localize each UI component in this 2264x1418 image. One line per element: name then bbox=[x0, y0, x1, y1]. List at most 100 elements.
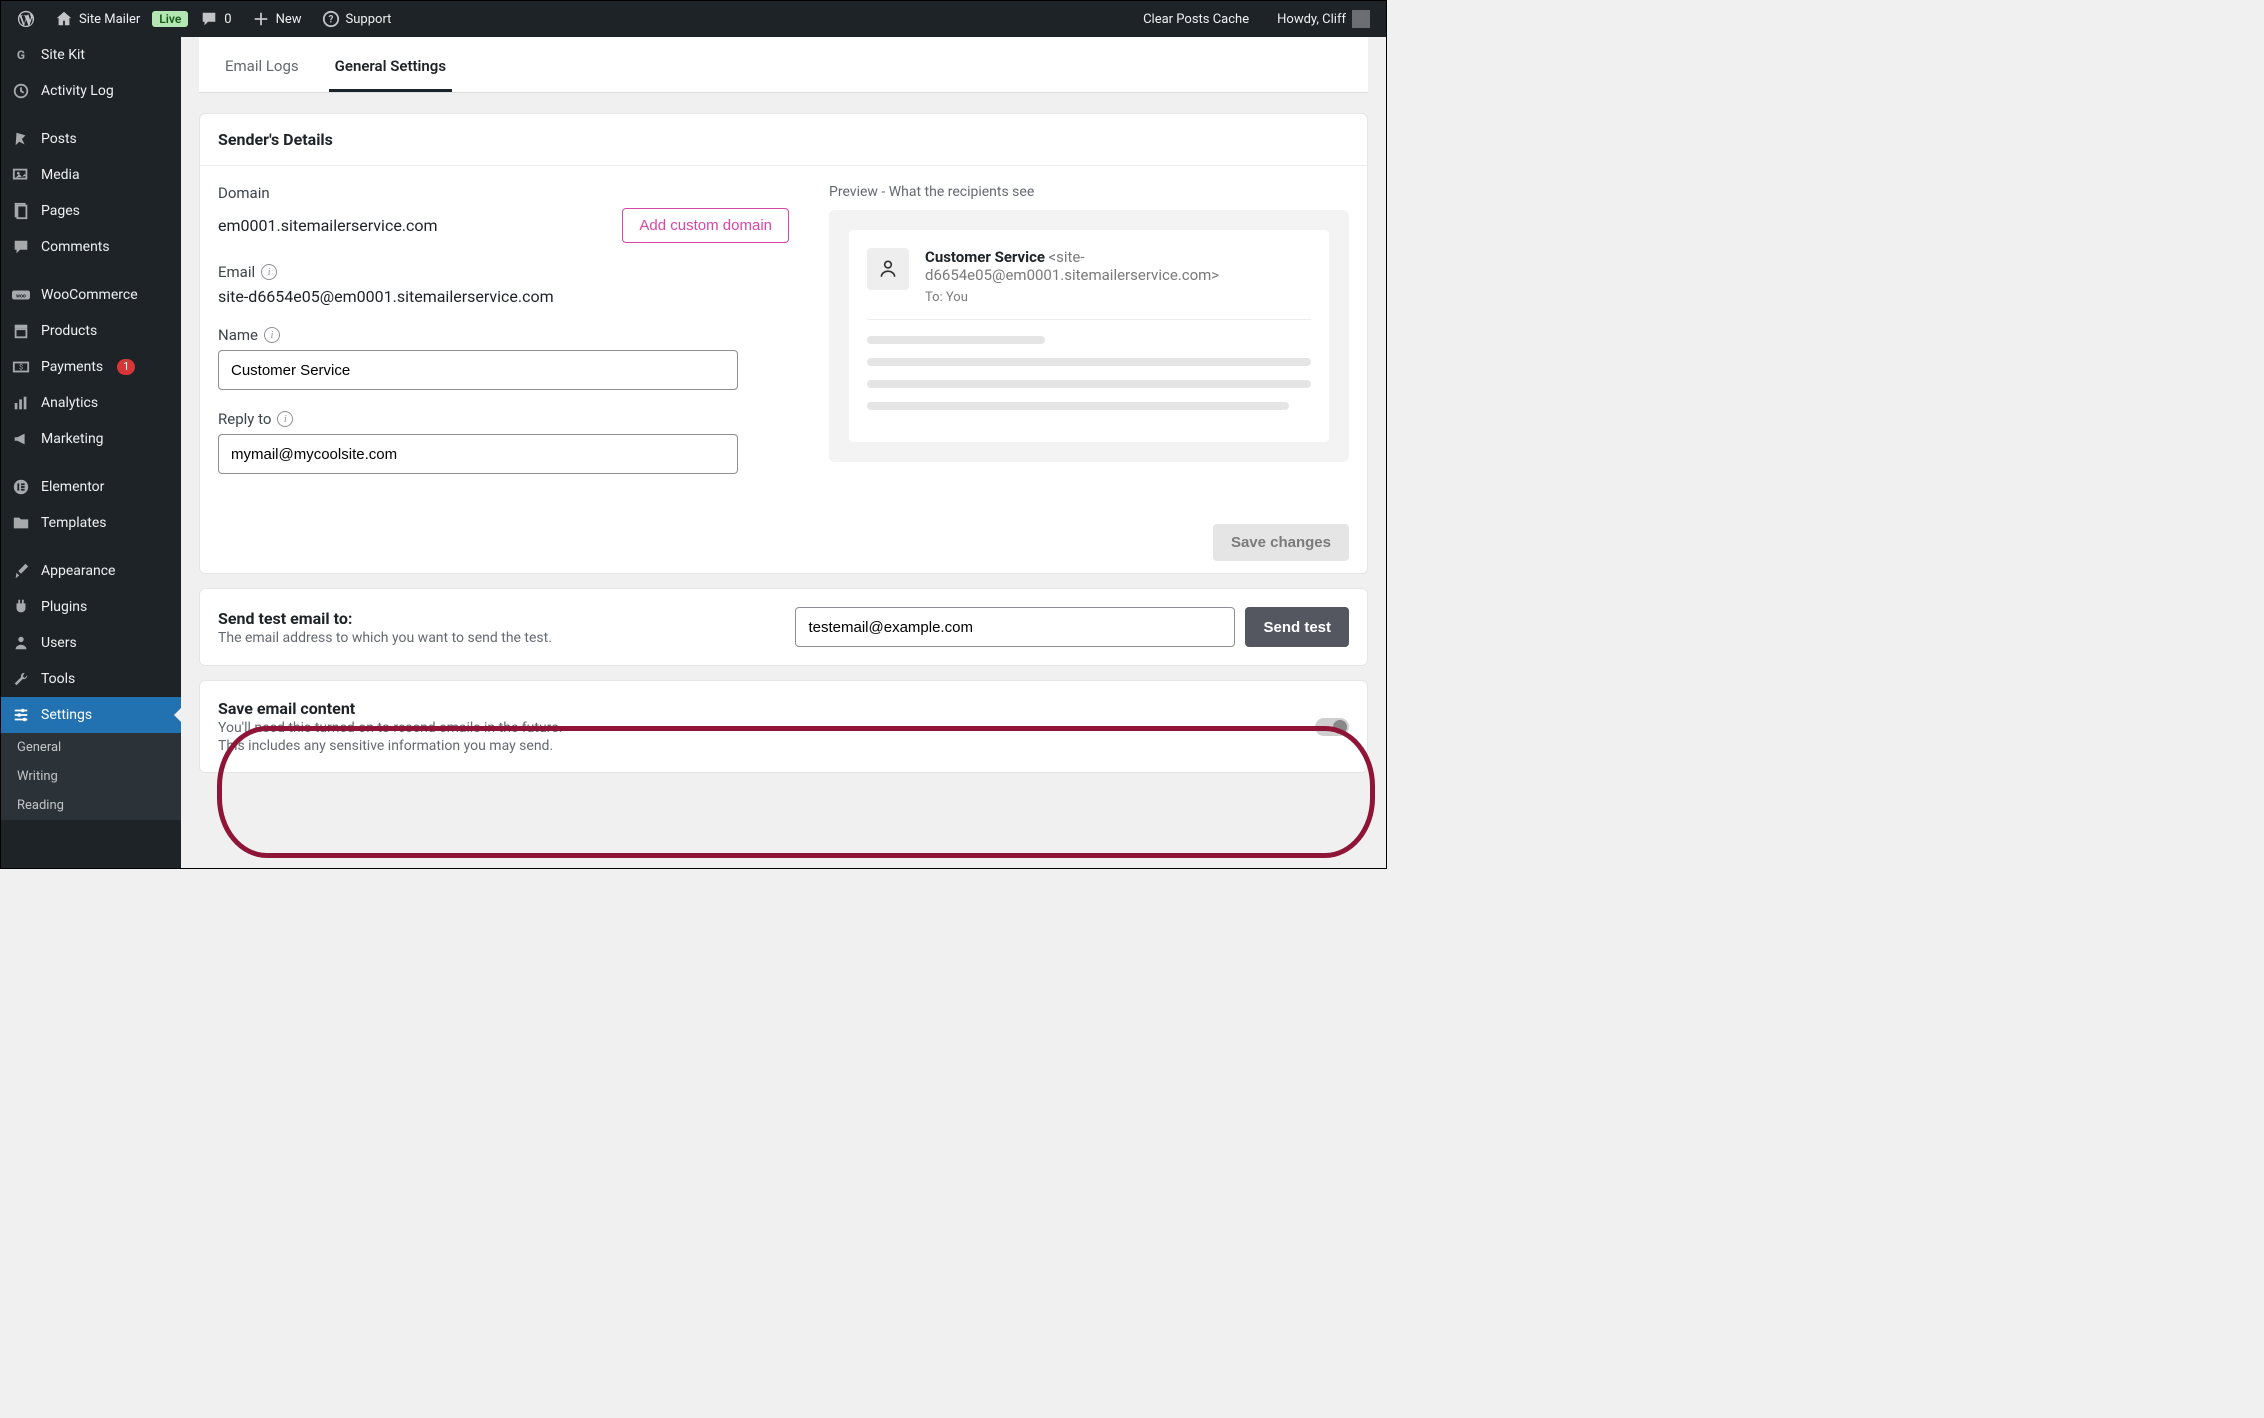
sidebar-item-users[interactable]: Users bbox=[1, 625, 181, 661]
pin-icon bbox=[11, 129, 31, 149]
comments-link[interactable]: 0 bbox=[192, 10, 239, 28]
name-label: Name bbox=[218, 326, 258, 344]
sidebar-item-pages[interactable]: Pages bbox=[1, 193, 181, 229]
folder-icon bbox=[11, 513, 31, 533]
admin-sidebar: GSite Kit Activity Log Posts Media Pages… bbox=[1, 37, 181, 868]
sidebar-item-label: Settings bbox=[41, 707, 92, 723]
sidebar-item-posts[interactable]: Posts bbox=[1, 121, 181, 157]
sidebar-item-elementor[interactable]: Elementor bbox=[1, 469, 181, 505]
sidebar-item-products[interactable]: Products bbox=[1, 313, 181, 349]
info-icon[interactable]: i bbox=[264, 327, 280, 343]
sidebar-item-activitylog[interactable]: Activity Log bbox=[1, 73, 181, 109]
test-email-input[interactable] bbox=[795, 607, 1235, 647]
test-title: Send test email to: bbox=[218, 609, 777, 628]
svg-text:$: $ bbox=[19, 363, 23, 372]
sidebar-item-label: Posts bbox=[41, 131, 77, 147]
tab-general-settings[interactable]: General Settings bbox=[329, 47, 452, 92]
support-link[interactable]: ? Support bbox=[314, 10, 400, 28]
greeting-label: Howdy, Cliff bbox=[1277, 12, 1346, 27]
preview-from-name: Customer Service bbox=[925, 248, 1045, 266]
send-test-card: Send test email to: The email address to… bbox=[199, 588, 1368, 666]
sidebar-item-comments[interactable]: Comments bbox=[1, 229, 181, 265]
sidebar-item-payments[interactable]: $Payments1 bbox=[1, 349, 181, 385]
preview-label: Preview - What the recipients see bbox=[829, 184, 1349, 200]
skeleton-line bbox=[867, 402, 1289, 410]
name-input[interactable] bbox=[218, 350, 738, 390]
woo-icon: woo bbox=[11, 285, 31, 305]
settings-submenu: General Writing Reading bbox=[1, 733, 181, 820]
sidebar-item-label: Marketing bbox=[41, 431, 104, 447]
sidebar-item-sitekit[interactable]: GSite Kit bbox=[1, 37, 181, 73]
sidebar-item-label: Elementor bbox=[41, 479, 104, 495]
sidebar-item-marketing[interactable]: Marketing bbox=[1, 421, 181, 457]
domain-label: Domain bbox=[218, 184, 789, 202]
sidebar-item-settings[interactable]: Settings bbox=[1, 697, 181, 733]
reply-label: Reply to bbox=[218, 410, 271, 428]
sidebar-item-label: Templates bbox=[41, 515, 107, 531]
wrench-icon bbox=[11, 669, 31, 689]
save-changes-button[interactable]: Save changes bbox=[1213, 524, 1349, 561]
sidebar-item-appearance[interactable]: Appearance bbox=[1, 553, 181, 589]
archive-icon bbox=[11, 321, 31, 341]
domain-value: em0001.sitemailerservice.com bbox=[218, 216, 438, 235]
send-test-button[interactable]: Send test bbox=[1245, 607, 1349, 647]
clear-cache-label: Clear Posts Cache bbox=[1143, 12, 1249, 27]
home-icon bbox=[55, 10, 73, 28]
skeleton-line bbox=[867, 380, 1311, 388]
media-icon bbox=[11, 165, 31, 185]
clear-cache-link[interactable]: Clear Posts Cache bbox=[1135, 12, 1257, 27]
preview-box: Customer Service <site-d6654e05@em0001.s… bbox=[829, 210, 1349, 462]
support-label: Support bbox=[346, 12, 392, 27]
save-content-title: Save email content bbox=[218, 699, 1297, 718]
card-header: Sender's Details bbox=[200, 114, 1367, 166]
sidebar-item-woocommerce[interactable]: woo WooCommerce bbox=[1, 277, 181, 313]
sidebar-item-label: Activity Log bbox=[41, 83, 114, 99]
save-content-line1: You'll need this turned on to resend ema… bbox=[218, 720, 1297, 736]
comment-icon bbox=[200, 10, 218, 28]
sidebar-item-plugins[interactable]: Plugins bbox=[1, 589, 181, 625]
sidebar-item-label: Pages bbox=[41, 203, 80, 219]
add-custom-domain-button[interactable]: Add custom domain bbox=[622, 208, 789, 243]
sidebar-item-templates[interactable]: Templates bbox=[1, 505, 181, 541]
info-icon[interactable]: i bbox=[277, 411, 293, 427]
tab-email-logs[interactable]: Email Logs bbox=[219, 47, 305, 92]
sliders-icon bbox=[11, 705, 31, 725]
profile-link[interactable]: Howdy, Cliff bbox=[1269, 10, 1378, 28]
plugin-icon bbox=[11, 597, 31, 617]
submenu-general[interactable]: General bbox=[1, 733, 181, 762]
sidebar-item-label: Appearance bbox=[41, 563, 115, 579]
preview-to: To: You bbox=[925, 290, 1311, 305]
email-value: site-d6654e05@em0001.sitemailerservice.c… bbox=[218, 287, 789, 306]
sidebar-item-label: Media bbox=[41, 167, 80, 183]
wp-logo[interactable] bbox=[9, 10, 43, 28]
test-subtitle: The email address to which you want to s… bbox=[218, 630, 777, 646]
sidebar-item-tools[interactable]: Tools bbox=[1, 661, 181, 697]
skeleton-line bbox=[867, 358, 1311, 366]
adminbar: Site Mailer Live 0 New ? Support Clear P… bbox=[1, 1, 1386, 37]
elementor-icon bbox=[11, 477, 31, 497]
comment-count: 0 bbox=[224, 12, 231, 27]
info-icon[interactable]: i bbox=[261, 264, 277, 280]
sidebar-item-media[interactable]: Media bbox=[1, 157, 181, 193]
user-icon bbox=[11, 633, 31, 653]
help-icon: ? bbox=[322, 10, 340, 28]
submenu-writing[interactable]: Writing bbox=[1, 762, 181, 791]
senders-details-card: Sender's Details Domain em0001.sitemaile… bbox=[199, 113, 1368, 574]
site-name[interactable]: Site Mailer bbox=[47, 10, 148, 28]
chart-icon bbox=[11, 393, 31, 413]
submenu-reading[interactable]: Reading bbox=[1, 791, 181, 820]
brush-icon bbox=[11, 561, 31, 581]
new-link[interactable]: New bbox=[244, 10, 310, 28]
sidebar-item-label: Comments bbox=[41, 239, 110, 255]
reply-input[interactable] bbox=[218, 434, 738, 474]
sidebar-item-label: Site Kit bbox=[41, 47, 85, 63]
preview-avatar-icon bbox=[867, 248, 909, 290]
sidebar-item-label: WooCommerce bbox=[41, 287, 138, 303]
avatar-icon bbox=[1352, 10, 1370, 28]
sidebar-item-analytics[interactable]: Analytics bbox=[1, 385, 181, 421]
save-content-toggle[interactable] bbox=[1315, 718, 1349, 736]
payments-icon: $ bbox=[11, 357, 31, 377]
comment-icon bbox=[11, 237, 31, 257]
live-badge: Live bbox=[152, 11, 188, 27]
sidebar-item-label: Analytics bbox=[41, 395, 98, 411]
